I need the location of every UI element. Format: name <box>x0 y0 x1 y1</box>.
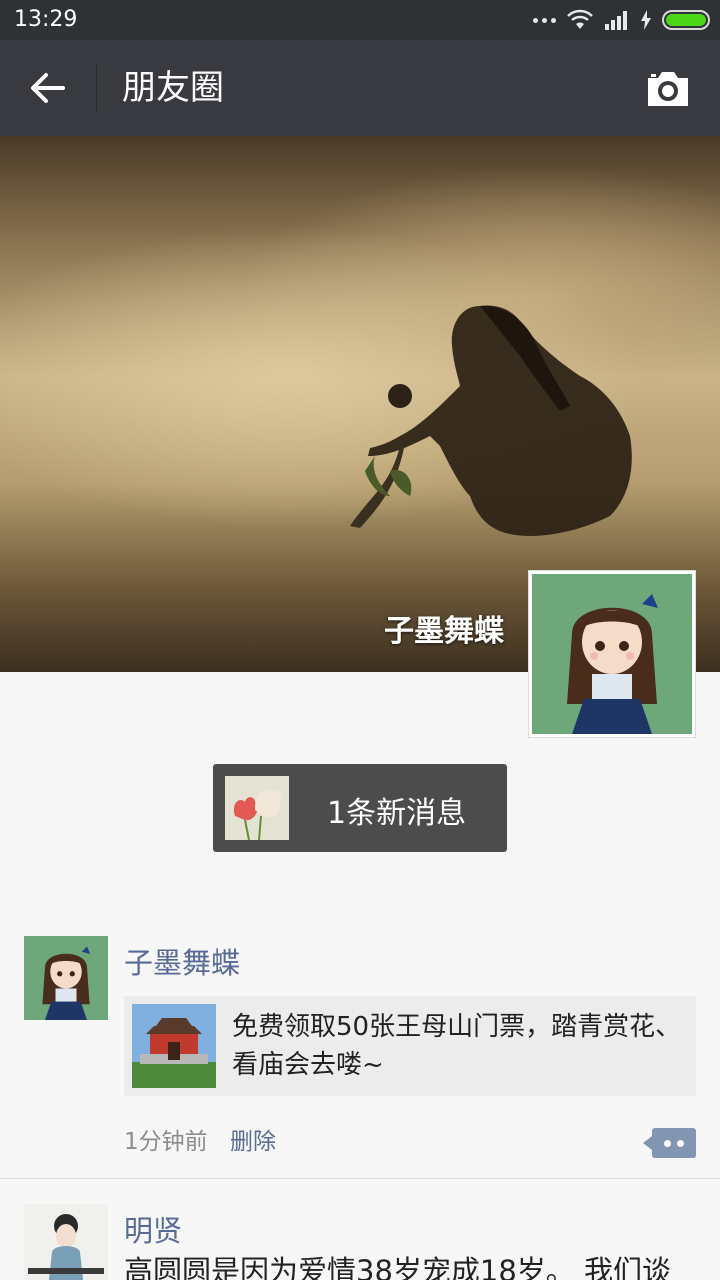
post-divider <box>0 1178 720 1179</box>
status-bar: 13:29 <box>0 0 720 40</box>
post-author-avatar[interactable] <box>24 1204 108 1280</box>
avatar-illustration-image <box>532 574 692 734</box>
post-text: 高圆圆是因为爱情38岁宠成18岁。 我们谈 <box>124 1254 672 1280</box>
comment-button[interactable] <box>643 1128 696 1158</box>
avatar-illustration-image <box>24 936 108 1020</box>
cover-username: 子墨舞蝶 <box>384 614 504 649</box>
page-title: 朋友圈 <box>122 68 224 108</box>
wifi-icon <box>567 9 593 29</box>
charging-icon <box>641 10 651 30</box>
new-message-notice[interactable]: 1条新消息 <box>213 764 507 852</box>
status-time: 13:29 <box>14 7 78 32</box>
post-author-avatar[interactable] <box>24 936 108 1020</box>
back-button[interactable] <box>22 62 74 114</box>
more-dots-icon <box>533 17 556 23</box>
camera-icon <box>648 72 688 106</box>
signal-icon <box>605 11 627 30</box>
post-author-name[interactable]: 明贤 <box>124 1208 182 1250</box>
post-author-name[interactable]: 子墨舞蝶 <box>124 940 240 982</box>
flower-image <box>225 776 289 840</box>
link-title: 免费领取50张王母山门票，踏青赏花、看庙会去喽~ <box>232 1012 682 1080</box>
temple-image <box>132 1004 216 1088</box>
app-bar-divider <box>96 64 97 112</box>
link-thumbnail <box>132 1004 216 1088</box>
app-bar: 朋友圈 <box>0 40 720 136</box>
profile-avatar[interactable] <box>528 570 696 738</box>
new-message-text: 1条新消息 <box>327 796 467 831</box>
back-arrow-icon <box>31 73 65 103</box>
new-message-avatar <box>225 776 289 840</box>
status-icons <box>533 8 710 32</box>
camera-button[interactable] <box>644 66 692 110</box>
post-timestamp: 1分钟前 <box>124 1129 208 1155</box>
delete-post-link[interactable]: 删除 <box>230 1122 276 1156</box>
avatar-illustration-image <box>24 1204 108 1280</box>
shared-link-card[interactable]: 免费领取50张王母山门票，踏青赏花、看庙会去喽~ <box>124 996 696 1096</box>
battery-icon <box>662 10 710 30</box>
